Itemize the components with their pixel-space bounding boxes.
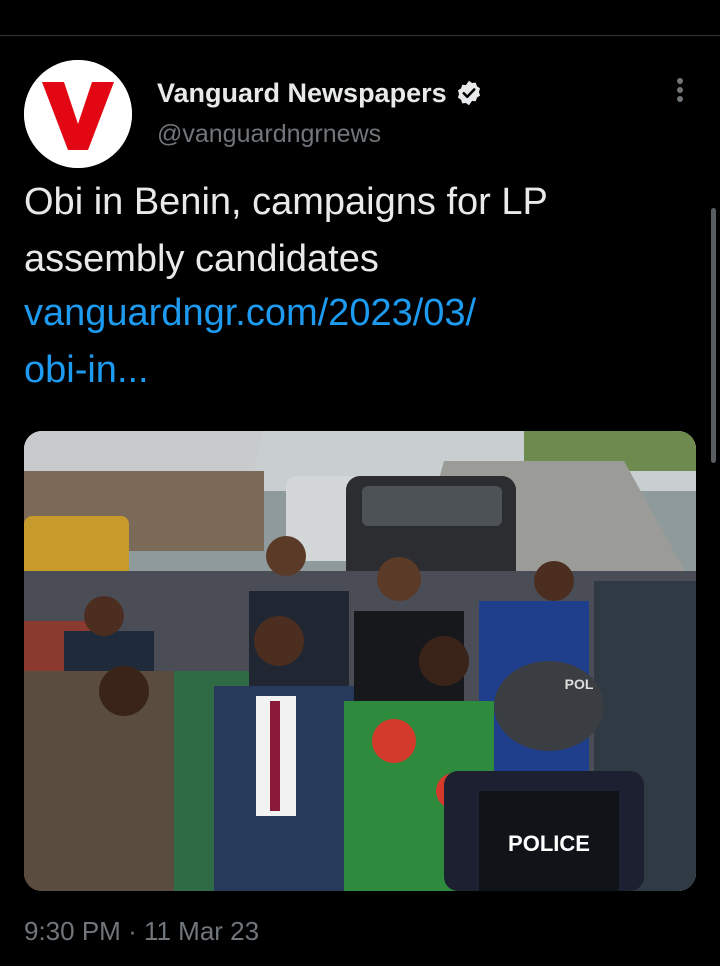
timestamp-separator: ·	[128, 916, 137, 946]
author-name-row[interactable]: Vanguard Newspapers	[157, 76, 483, 110]
article-link-line[interactable]: vanguardngr.com/2023/03/	[24, 285, 644, 342]
tweet-detail-screen: Vanguard Newspapers @vanguardngrnews Obi…	[0, 0, 720, 966]
tweet-photo[interactable]: POLICE POL	[24, 431, 696, 891]
vanguard-logo	[24, 60, 132, 168]
tweet-date[interactable]: 11 Mar 23	[144, 916, 259, 946]
tweet-time[interactable]: 9:30 PM	[24, 916, 121, 946]
author-display-name[interactable]: Vanguard Newspapers	[157, 78, 447, 109]
verified-badge-icon	[455, 79, 483, 107]
campaign-crowd-photo: POLICE POL	[24, 431, 696, 891]
tweet-text-line: Obi in Benin, campaigns for LP	[24, 181, 548, 223]
police-vest-text: POLICE	[508, 831, 590, 856]
scrollbar[interactable]	[711, 208, 716, 463]
tweet-timestamp[interactable]: 9:30 PM · 11 Mar 23	[24, 916, 259, 947]
more-options-icon[interactable]	[666, 76, 694, 108]
tweet-text: Obi in Benin, campaigns for LP assembly …	[24, 174, 684, 288]
author-handle[interactable]: @vanguardngrnews	[157, 120, 381, 149]
police-helmet-text: POL	[565, 676, 594, 692]
header-divider	[0, 35, 720, 36]
tweet-text-line: assembly candidates	[24, 238, 379, 280]
article-link-line[interactable]: obi-in...	[24, 342, 644, 399]
author-avatar[interactable]	[24, 60, 132, 168]
article-link[interactable]: vanguardngr.com/2023/03/ obi-in...	[24, 285, 644, 399]
